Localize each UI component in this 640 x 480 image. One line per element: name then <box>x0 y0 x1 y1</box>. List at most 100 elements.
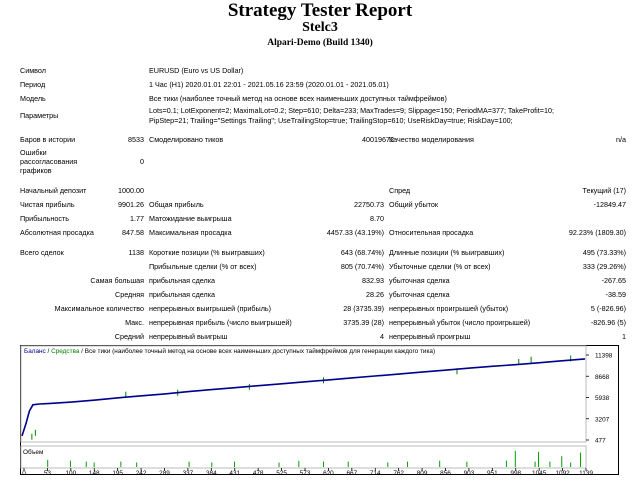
x-tick-label: 289 <box>159 470 170 475</box>
model-value: Все тики (наиболее точный метод на основ… <box>149 94 447 103</box>
net-profit-label: Чистая прибыль <box>20 200 75 209</box>
max-cons-profit-label: непрерывная прибыль (число выигрышей) <box>149 318 292 327</box>
largest-label: Самая большая <box>90 276 144 285</box>
period-value: 1 Час (H1) 2020.01.01 22:01 - 2021.05.16… <box>149 80 389 89</box>
avg-cons-losses-value: 1 <box>622 332 626 341</box>
x-tick-label: 525 <box>276 470 287 475</box>
bars-label: Баров в истории <box>20 135 76 144</box>
gross-loss-label: Общий убыток <box>389 200 438 209</box>
symbol-value: EURUSD (Euro vs US Dollar) <box>149 66 244 75</box>
long-positions-value: 495 (73.33%) <box>582 248 626 257</box>
x-tick-label: 195 <box>112 470 123 475</box>
max-cons-profit-value: 3735.39 (28) <box>343 318 384 327</box>
spread-label: Спред <box>389 186 411 195</box>
max-drawdown-value: 4457.33 (43.19%) <box>326 228 384 237</box>
errors-label-3: графиков <box>20 166 52 175</box>
balance-chart-svg: Баланс / Средства / Все тики (наиболее т… <box>20 345 619 475</box>
model-label: Модель <box>20 94 46 103</box>
plot-area <box>20 345 587 443</box>
x-tick-label: 337 <box>183 470 194 475</box>
max-cons-wins-label: непрерывных выигрышей (прибыль) <box>149 304 272 313</box>
errors-label-1: Ошибки <box>20 148 47 157</box>
largest-profit-value: 832.93 <box>362 276 384 285</box>
legend-tail: Все тики (наиболее точный метод на основ… <box>85 347 435 355</box>
max-label: Макс. <box>125 318 144 327</box>
loss-trades-value: 333 (29.26%) <box>582 262 626 271</box>
loss-trades-label: Убыточные сделки (% от всех) <box>389 262 491 271</box>
params-line-1: Lots=0.1; LotExponent=2; MaximalLot=0.2;… <box>149 106 554 115</box>
x-tick-label: 903 <box>464 470 475 475</box>
x-tick-label: 620 <box>323 470 334 475</box>
x-tick-label: 1139 <box>579 470 593 475</box>
average-profit-label: прибыльная сделка <box>149 290 216 299</box>
x-tick-label: 1045 <box>532 470 547 475</box>
largest-loss-label: убыточная сделка <box>389 276 450 285</box>
x-tick-label: 242 <box>136 470 147 475</box>
x-tick-label: 714 <box>370 470 381 475</box>
gross-profit-value: 22750.73 <box>354 200 384 209</box>
y-tick-label: 11398 <box>595 353 613 360</box>
x-tick-label: 53 <box>44 470 52 475</box>
x-tick-label: 384 <box>206 470 217 475</box>
largest-profit-label: прибыльная сделка <box>149 276 216 285</box>
quality-value: n/a <box>616 135 626 144</box>
deposit-label: Начальный депозит <box>20 186 87 195</box>
symbol-label: Символ <box>20 66 46 75</box>
abs-drawdown-value: 847.58 <box>122 228 144 237</box>
ticks-label: Смоделировано тиков <box>149 135 224 144</box>
long-positions-label: Длинные позиции (% выигравших) <box>389 248 505 257</box>
x-tick-label: 951 <box>487 470 498 475</box>
max-cons-loss-value: -826.96 (5) <box>590 318 626 327</box>
x-tick-label: 100 <box>65 470 76 475</box>
x-tick-label: 809 <box>417 470 428 475</box>
quality-label: Качество моделирования <box>389 135 474 144</box>
legend-balance: Баланс <box>24 348 47 355</box>
chart-legend: Баланс / Средства / Все тики (наиболее т… <box>24 347 435 355</box>
total-trades-label: Всего сделок <box>20 248 64 257</box>
errors-label-2: рассогласования <box>20 157 78 166</box>
y-tick-label: 5938 <box>595 395 610 402</box>
max-cons-loss-label: непрерывный убыток (число проигрышей) <box>389 318 531 327</box>
profit-factor-value: 1.77 <box>130 214 144 223</box>
rel-drawdown-label: Относительная просадка <box>389 228 474 237</box>
total-trades-value: 1138 <box>128 248 144 257</box>
x-tick-label: 1092 <box>555 470 570 475</box>
net-profit-value: 9901.26 <box>118 200 144 209</box>
legend-equity: Средства <box>51 348 80 355</box>
deposit-value: 1000.00 <box>118 186 144 195</box>
avg-cons-losses-label: непрерывный проигрыш <box>389 332 471 341</box>
x-tick-label: 856 <box>440 470 451 475</box>
average-loss-value: -38.59 <box>605 290 626 299</box>
x-tick-label: 573 <box>300 470 311 475</box>
gross-loss-value: -12849.47 <box>593 200 626 209</box>
period-label: Период <box>20 80 46 89</box>
max-cons-wins-value: 28 (3735.39) <box>343 304 384 313</box>
volume-area <box>20 445 587 469</box>
max-cons-losses-value: 5 (-826.96) <box>590 304 626 313</box>
avg-cons-wins-label: непрерывный выигрыш <box>149 332 228 341</box>
expected-payoff-value: 8.70 <box>370 214 384 223</box>
gross-profit-label: Общая прибыль <box>149 200 204 209</box>
average-label: Средняя <box>115 290 144 299</box>
max-drawdown-label: Максимальная просадка <box>149 228 232 237</box>
x-tick-label: 667 <box>346 470 357 475</box>
profit-factor-label: Прибыльность <box>20 214 69 223</box>
rel-drawdown-value: 92.23% (1809.30) <box>568 228 626 237</box>
spread-value: Текущий (17) <box>582 186 626 195</box>
y-tick-label: 477 <box>595 438 606 445</box>
average-profit-value: 28.26 <box>366 290 384 299</box>
bars-value: 8533 <box>128 135 144 144</box>
y-tick-label: 3207 <box>595 416 610 423</box>
errors-value: 0 <box>140 157 144 166</box>
volume-label: Объем <box>23 448 43 456</box>
avg-label: Средний <box>114 332 144 341</box>
params-line-2: PipStep=21; Trailing="Settings Trailing"… <box>149 116 513 125</box>
y-tick-label: 8668 <box>595 374 610 381</box>
x-tick-label: 148 <box>89 470 100 475</box>
avg-cons-wins-value: 4 <box>380 332 384 341</box>
max-count-label: Максимальное количество <box>54 304 144 313</box>
x-tick-label: 762 <box>393 470 404 475</box>
profit-trades-label: Прибыльные сделки (% от всех) <box>149 262 257 271</box>
max-cons-losses-label: непрерывных проигрышей (убыток) <box>389 304 509 313</box>
params-label: Параметры <box>20 111 59 120</box>
